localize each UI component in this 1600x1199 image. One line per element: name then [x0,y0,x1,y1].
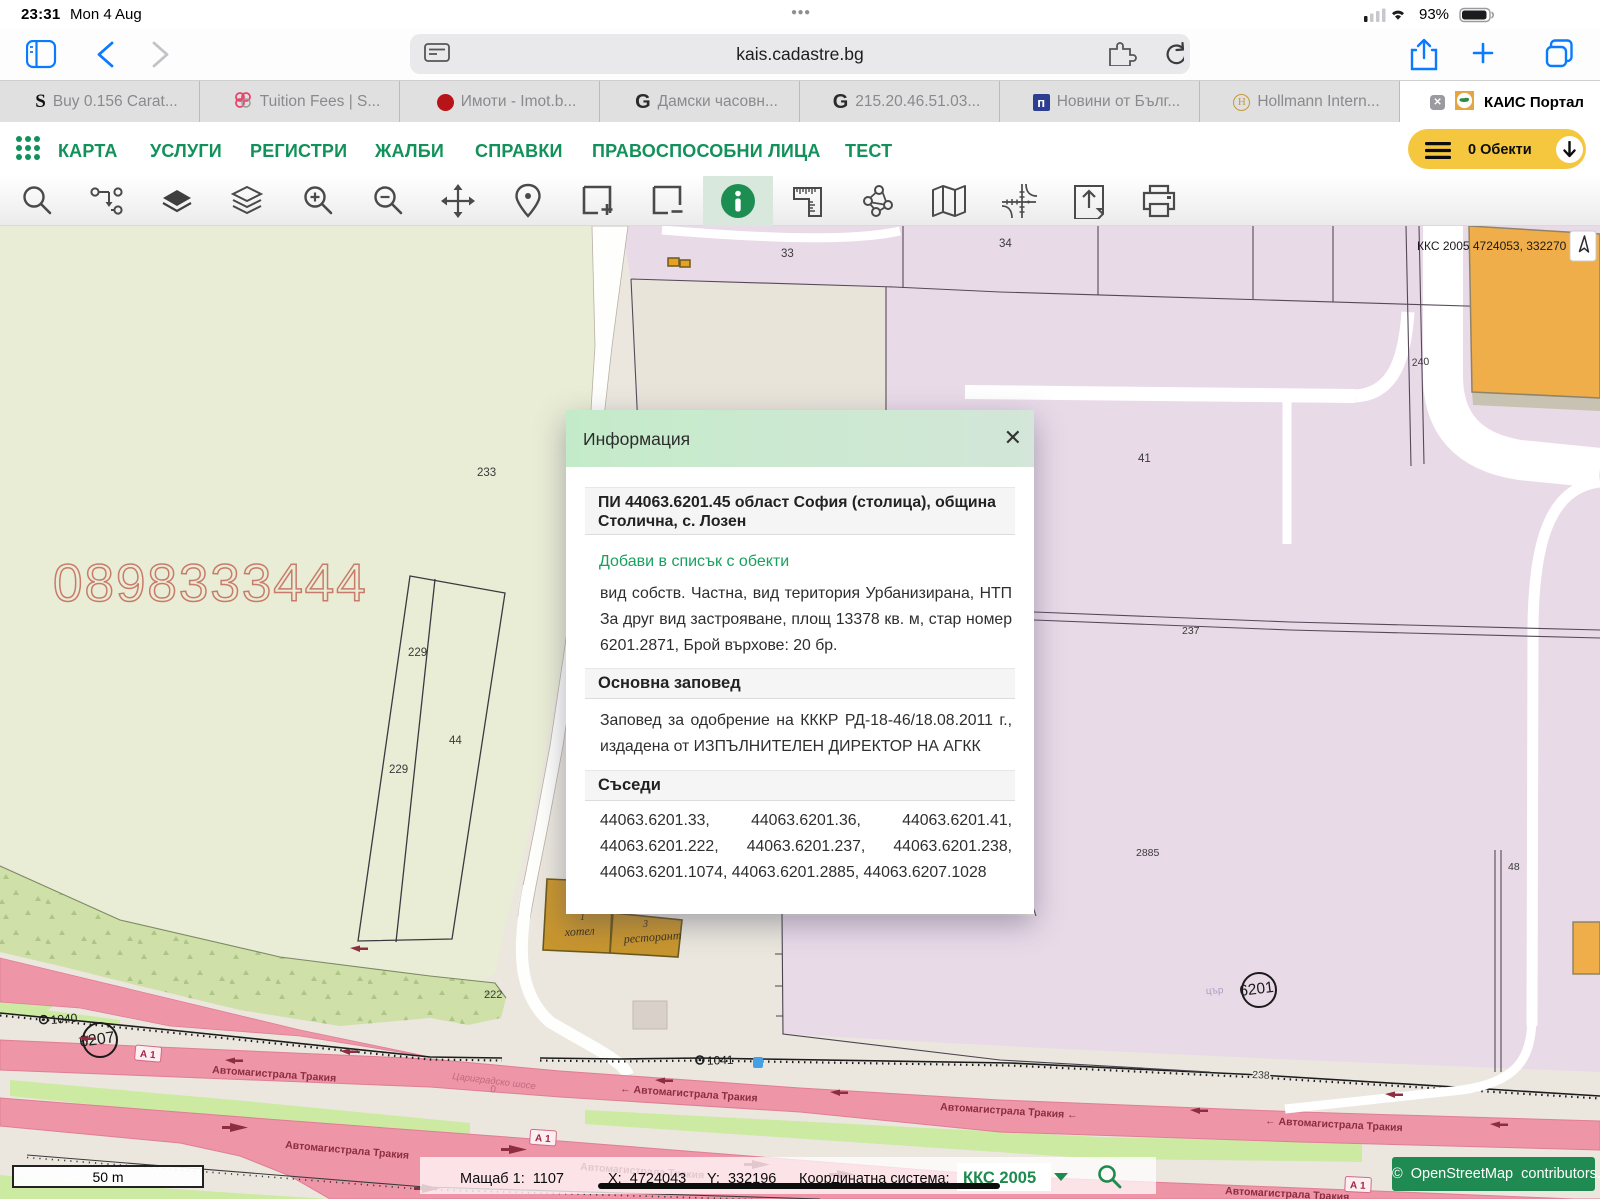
svg-text:А 1: А 1 [140,1049,157,1061]
svg-text:229: 229 [389,764,408,776]
svg-text:А 1: А 1 [1350,1180,1367,1192]
svg-text:237: 237 [1182,625,1200,637]
svg-text:2885: 2885 [1136,847,1160,859]
svg-text:цър: цър [1206,985,1225,997]
svg-text:240: 240 [1411,356,1429,369]
svg-text:41: 41 [1138,453,1151,465]
svg-text:238: 238 [1252,1069,1270,1082]
svg-text:хотел: хотел [563,923,595,939]
svg-text:3: 3 [642,919,648,930]
svg-text:А 1: А 1 [535,1133,552,1145]
svg-text:33: 33 [781,248,794,260]
svg-text:34: 34 [999,238,1012,250]
svg-text:229: 229 [408,647,427,659]
svg-text:ККС 2005 4724053, 332270: ККС 2005 4724053, 332270 [1417,239,1567,253]
svg-text:1040: 1040 [50,1011,78,1027]
svg-text:1041: 1041 [707,1053,734,1068]
svg-text:233: 233 [477,467,496,479]
svg-text:44: 44 [449,735,462,747]
svg-text:222: 222 [484,989,502,1001]
svg-text:0898333444: 0898333444 [53,554,368,613]
svg-text:48: 48 [1508,861,1520,873]
